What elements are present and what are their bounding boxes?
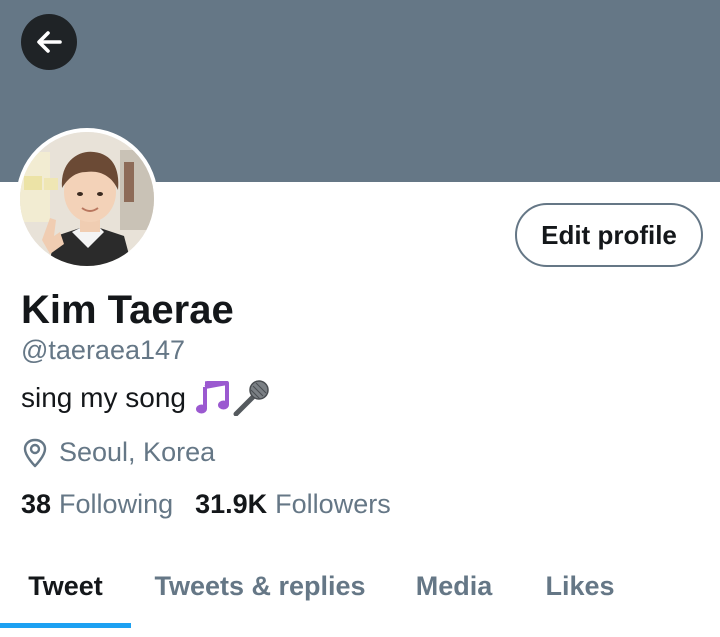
- arrow-left-icon: [37, 31, 62, 53]
- musical-notes-emoji: [195, 381, 229, 414]
- tab-tweet[interactable]: Tweet: [0, 545, 131, 627]
- location-pin-icon: [21, 438, 49, 468]
- microphone-emoji: [233, 380, 269, 416]
- avatar[interactable]: [16, 128, 158, 270]
- edit-profile-button[interactable]: Edit profile: [515, 203, 703, 267]
- location: Seoul, Korea: [21, 437, 215, 468]
- following-count: 38: [21, 489, 52, 519]
- profile-tabs: Tweet Tweets & replies Media Likes: [0, 545, 720, 631]
- followers-label: Followers: [275, 489, 391, 519]
- bio-text: sing my song: [21, 382, 186, 413]
- bio: sing my song: [21, 380, 270, 416]
- followers-count: 31.9K: [195, 489, 268, 519]
- user-handle: @taeraea147: [21, 335, 186, 365]
- active-tab-indicator: [0, 623, 131, 628]
- tab-likes[interactable]: Likes: [530, 545, 630, 627]
- profile-page: Edit profile Kim Taerae @taeraea147 sing…: [0, 0, 720, 637]
- avatar-photo: [20, 132, 154, 266]
- back-button[interactable]: [21, 14, 77, 70]
- tab-tweets-and-replies[interactable]: Tweets & replies: [142, 545, 378, 627]
- following-label: Following: [59, 489, 174, 519]
- tab-media[interactable]: Media: [400, 545, 508, 627]
- followers-stat[interactable]: 31.9K Followers: [195, 489, 391, 520]
- follow-stats: 38 Following 31.9K Followers: [21, 489, 391, 520]
- display-name: Kim Taerae: [21, 288, 234, 332]
- following-stat[interactable]: 38 Following: [21, 489, 173, 520]
- location-text: Seoul, Korea: [59, 437, 216, 467]
- bio-emojis: [195, 380, 270, 416]
